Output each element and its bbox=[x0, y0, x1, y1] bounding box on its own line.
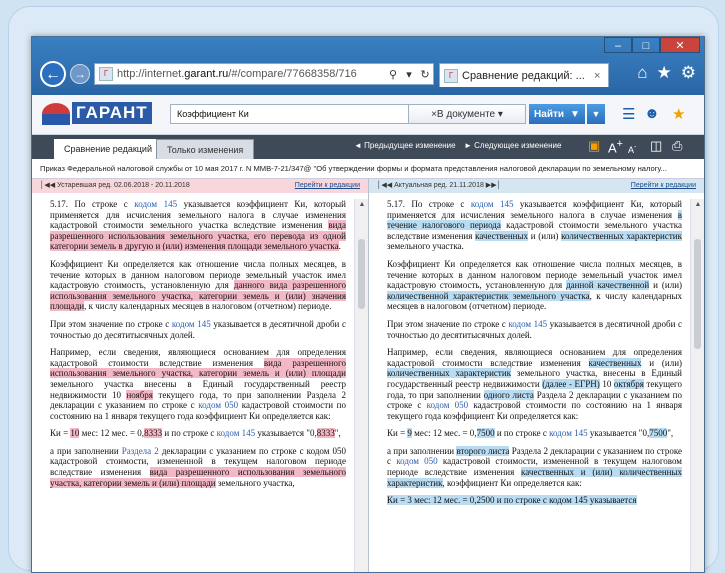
current-edition-title: │◀◀ Актуальная ред. 21.11.2018 ▶▶│ bbox=[377, 182, 501, 189]
close-tab-icon[interactable]: × bbox=[594, 70, 608, 82]
close-window-button[interactable]: ✕ bbox=[660, 37, 700, 53]
save-icon[interactable]: ◫ bbox=[650, 138, 662, 154]
tab-changes-only[interactable]: Только изменения bbox=[156, 139, 255, 159]
home-icon[interactable]: ⌂ bbox=[637, 63, 647, 83]
document-title[interactable]: Приказ Федеральной налоговой службы от 1… bbox=[32, 159, 704, 179]
browser-tab[interactable]: Г Сравнение редакций: ... × bbox=[439, 63, 609, 87]
garant-favicon-icon: Г bbox=[444, 68, 458, 83]
garant-logo[interactable]: ГАРАНТ bbox=[42, 100, 152, 130]
tab-compare-editions[interactable]: Сравнение редакций bbox=[54, 139, 162, 159]
compare-panes: │◀◀ Устаревшая ред. 02.06.2018 - 20.11.2… bbox=[32, 179, 704, 572]
scroll-thumb[interactable] bbox=[694, 239, 701, 349]
scroll-thumb[interactable] bbox=[358, 239, 365, 309]
garant-favicon-icon: Г bbox=[99, 67, 113, 81]
find-options-button[interactable]: ▼ bbox=[587, 104, 605, 124]
next-change-label: Следующее изменение bbox=[474, 141, 562, 150]
dropdown-chevron-icon[interactable]: ▾ bbox=[401, 68, 417, 81]
users-icon[interactable]: ☻ bbox=[644, 105, 660, 122]
address-bar[interactable]: Г http://internet.garant.ru/#/compare/77… bbox=[94, 63, 434, 85]
forward-arrow-icon[interactable]: → bbox=[70, 64, 90, 84]
back-arrow-icon[interactable]: ← bbox=[40, 61, 66, 87]
scroll-up-icon[interactable]: ▲ bbox=[355, 201, 369, 208]
compare-toolbar: Сравнение редакций Только изменения ◄ Пр… bbox=[32, 135, 704, 159]
current-edition-pane: │◀◀ Актуальная ред. 21.11.2018 ▶▶│ Перей… bbox=[369, 179, 704, 572]
print-icon[interactable]: ⎙ bbox=[672, 138, 682, 154]
current-edition-text: 5.17. По строке с кодом 145 указывается … bbox=[387, 199, 683, 506]
goto-edition-link-left[interactable]: Перейти к редакции bbox=[295, 179, 360, 193]
search-icon[interactable]: ⚲ bbox=[385, 68, 401, 81]
garant-toolbar: ГАРАНТ Коэффициент Ки × В документе ▾ На… bbox=[32, 95, 704, 135]
export-icon[interactable]: ▣ bbox=[588, 138, 600, 154]
logo-mark-icon bbox=[42, 103, 70, 125]
maximize-button[interactable]: □ bbox=[632, 37, 660, 53]
prev-change-button[interactable]: ◄ Предыдущее изменение bbox=[354, 141, 456, 150]
find-button[interactable]: Найти ▼ bbox=[529, 104, 585, 124]
right-scrollbar[interactable]: ▲ bbox=[690, 199, 704, 572]
browser-right-icons: ⌂ ★ ⚙ bbox=[637, 63, 696, 83]
font-increase-icon[interactable]: A+ bbox=[608, 138, 623, 155]
old-edition-title: │◀◀ Устаревшая ред. 02.06.2018 - 20.11.2… bbox=[40, 182, 190, 189]
list-menu-icon[interactable]: ☰ bbox=[622, 105, 635, 123]
left-scrollbar[interactable]: ▲ bbox=[354, 199, 368, 572]
refresh-icon[interactable]: ↻ bbox=[417, 68, 433, 81]
search-scope-label: В документе bbox=[436, 108, 496, 120]
goto-edition-link-right[interactable]: Перейти к редакции bbox=[631, 179, 696, 193]
url-text: http://internet.garant.ru/#/compare/7766… bbox=[117, 68, 357, 80]
next-change-button[interactable]: ► Следующее изменение bbox=[464, 141, 561, 150]
old-edition-dates: Устаревшая ред. 02.06.2018 - 20.11.2018 bbox=[57, 182, 190, 189]
old-edition-text: 5.17. По строке с кодом 145 указывается … bbox=[50, 199, 347, 488]
search-scope-select[interactable]: × В документе ▾ bbox=[408, 104, 526, 124]
window-controls: – □ ✕ bbox=[604, 37, 700, 53]
tab-title: Сравнение редакций: ... bbox=[462, 69, 585, 82]
scroll-up-icon[interactable]: ▲ bbox=[691, 201, 704, 208]
find-label: Найти bbox=[534, 108, 565, 120]
current-edition-dates: Актуальная ред. 21.11.2018 bbox=[394, 182, 484, 189]
minimize-button[interactable]: – bbox=[604, 37, 632, 53]
old-edition-pane: │◀◀ Устаревшая ред. 02.06.2018 - 20.11.2… bbox=[32, 179, 369, 572]
logo-text: ГАРАНТ bbox=[72, 102, 152, 124]
prev-change-label: Предыдущее изменение bbox=[364, 141, 456, 150]
browser-window: – □ ✕ ← → Г http://internet.garant.ru/#/… bbox=[31, 36, 705, 573]
font-decrease-icon[interactable]: A- bbox=[628, 142, 637, 155]
current-edition-header: │◀◀ Актуальная ред. 21.11.2018 ▶▶│ Перей… bbox=[369, 179, 704, 193]
settings-gear-icon[interactable]: ⚙ bbox=[681, 63, 696, 83]
favorites-star-icon[interactable]: ★ bbox=[657, 63, 672, 83]
browser-chrome: – □ ✕ ← → Г http://internet.garant.ru/#/… bbox=[32, 37, 704, 95]
bookmark-star-icon[interactable]: ★ bbox=[672, 105, 685, 123]
arrow-down-icon: ▼ bbox=[570, 108, 580, 120]
old-edition-header: │◀◀ Устаревшая ред. 02.06.2018 - 20.11.2… bbox=[32, 179, 368, 193]
